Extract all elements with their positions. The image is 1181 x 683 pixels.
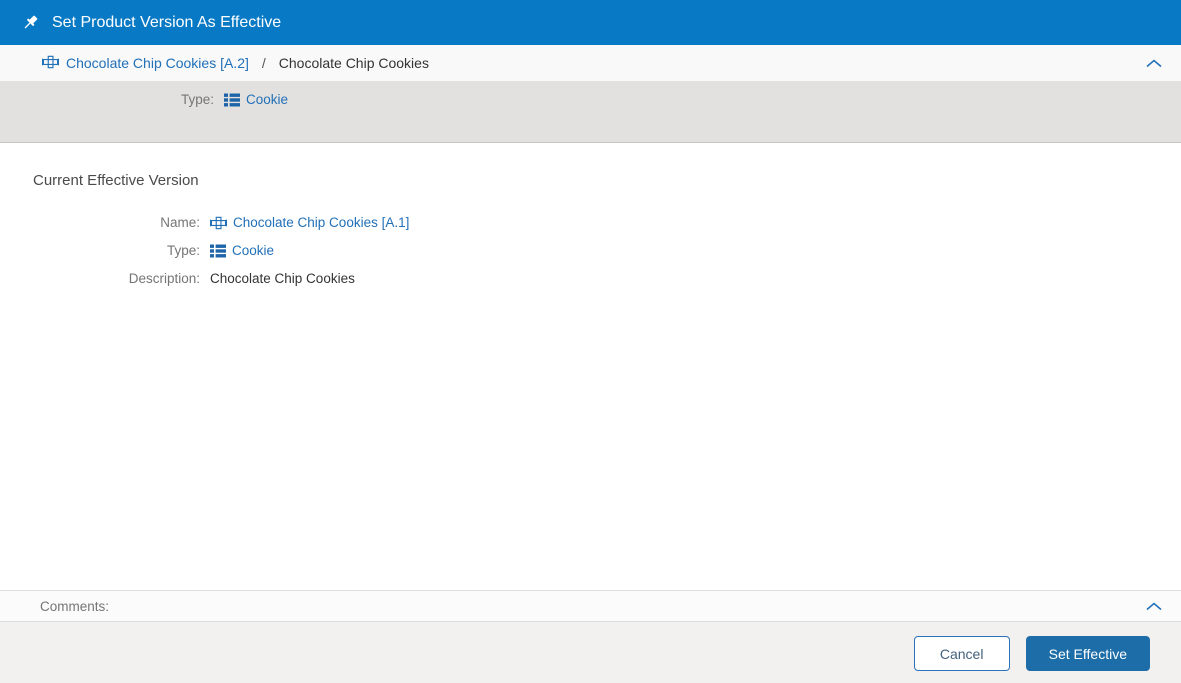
name-label: Name: [160, 215, 200, 230]
dialog-footer: Cancel Set Effective [0, 622, 1181, 683]
description-label: Description: [128, 271, 200, 286]
type-field: Type: Cookie [0, 243, 1181, 258]
list-icon [224, 93, 240, 107]
type-label: Type: [180, 92, 214, 107]
section-heading: Current Effective Version [33, 172, 199, 189]
dialog-title: Set Product Version As Effective [52, 13, 282, 31]
dialog-body: Current Effective Version Name: Chocolat… [0, 143, 1181, 590]
name-value-link[interactable]: Chocolate Chip Cookies [A.1] [233, 215, 409, 230]
item-summary-band: Type: Cookie [0, 81, 1181, 143]
breadcrumb-current: Chocolate Chip Cookies [278, 55, 429, 71]
breadcrumb-separator: / [261, 55, 266, 71]
list-icon [210, 244, 226, 258]
product-icon [210, 216, 227, 230]
set-effective-button[interactable]: Set Effective [1025, 636, 1150, 671]
dialog-titlebar: Set Product Version As Effective [0, 0, 1181, 45]
comments-label: Comments: [40, 598, 110, 614]
type-value-link[interactable]: Cookie [232, 243, 274, 258]
pushpin-icon [21, 13, 40, 32]
collapse-comments-button[interactable] [1144, 600, 1164, 613]
summary-type-value-link[interactable]: Cookie [246, 92, 288, 107]
breadcrumb-row: Chocolate Chip Cookies [A.2] / Chocolate… [0, 45, 1181, 81]
type-label: Type: [166, 243, 200, 258]
collapse-header-button[interactable] [1144, 57, 1164, 70]
cancel-button[interactable]: Cancel [913, 636, 1010, 671]
description-value: Chocolate Chip Cookies [210, 271, 355, 286]
chevron-up-icon [1146, 599, 1162, 614]
chevron-up-icon [1146, 56, 1162, 71]
product-icon [42, 55, 59, 72]
description-field: Description: Chocolate Chip Cookies [0, 271, 1181, 286]
summary-type-field: Type: Cookie [0, 92, 1181, 107]
breadcrumb-link-version-a2[interactable]: Chocolate Chip Cookies [A.2] [66, 55, 249, 71]
name-field: Name: Chocolate Chip Cookies [A.1] [0, 215, 1181, 230]
comments-row: Comments: [0, 590, 1181, 622]
breadcrumb: Chocolate Chip Cookies [A.2] / Chocolate… [42, 55, 1144, 72]
